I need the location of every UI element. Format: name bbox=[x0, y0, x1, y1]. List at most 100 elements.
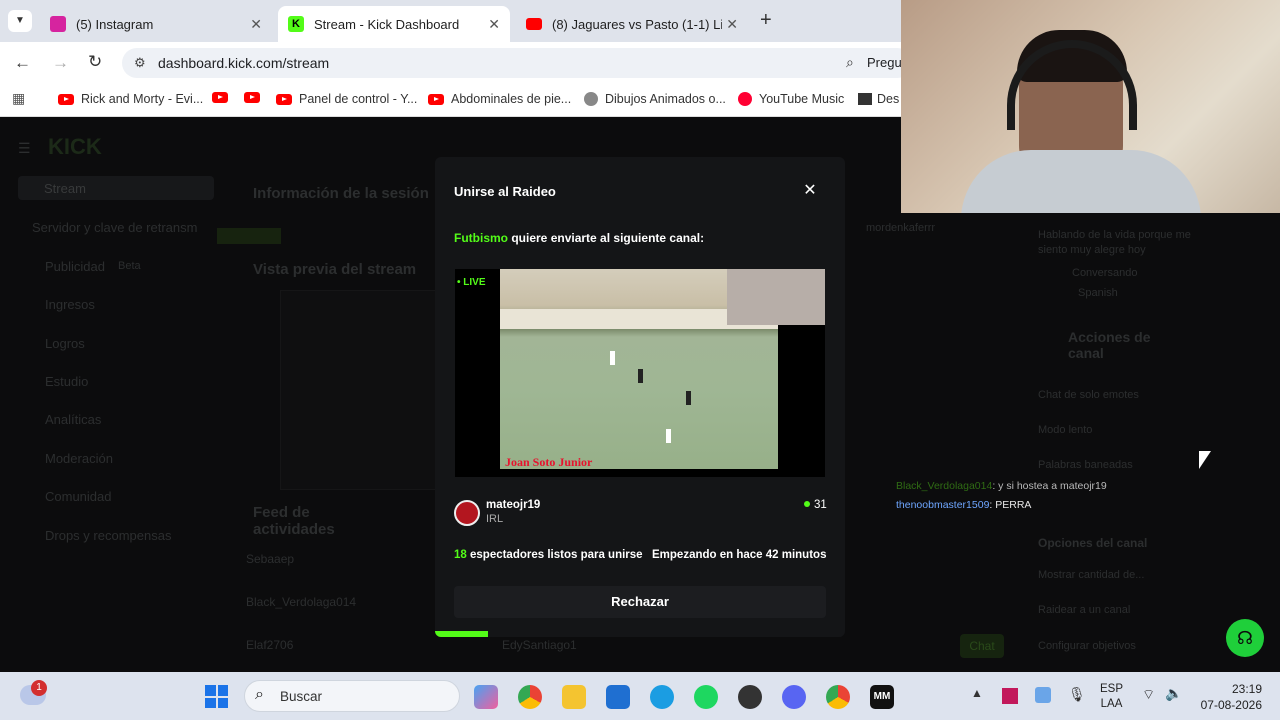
mm-app-icon[interactable]: MM bbox=[870, 685, 894, 709]
sidebar-item-server-key[interactable]: Servidor y clave de retransm bbox=[32, 220, 197, 235]
ready-viewers: 18 espectadores listos para unirse bbox=[454, 549, 643, 561]
stream-title-text: Hablando de la vida porque me siento muy… bbox=[1038, 229, 1191, 256]
bookmark-item[interactable]: Abdominales de pie... bbox=[428, 92, 571, 106]
bookmark-item[interactable]: Des bbox=[858, 92, 899, 106]
new-tab-icon[interactable]: + bbox=[760, 9, 772, 32]
tray-app-icon[interactable] bbox=[1002, 688, 1018, 704]
emote-only-toggle[interactable]: Chat de solo emotes bbox=[1038, 389, 1139, 401]
youtube-icon bbox=[276, 93, 292, 105]
omnibox-action[interactable]: Pregu bbox=[867, 55, 902, 70]
spotify-icon[interactable] bbox=[694, 685, 718, 709]
clock[interactable]: 23:19 07-08-2026 bbox=[1196, 681, 1262, 713]
banned-words-setting[interactable]: Palabras baneadas bbox=[1038, 459, 1133, 471]
raid-message: Futbismo quiere enviarte al siguiente ca… bbox=[454, 231, 704, 245]
close-tab-icon[interactable]: ✕ bbox=[726, 16, 738, 33]
chat-send-button[interactable]: Chat bbox=[960, 634, 1004, 658]
sidebar-item-publicidad[interactable]: Publicidad bbox=[45, 259, 105, 274]
bookmark-item[interactable]: Panel de control - Y... bbox=[276, 92, 417, 106]
goals-action[interactable]: Configurar objetivos bbox=[1038, 640, 1136, 652]
session-info-title: Información de la sesión bbox=[253, 185, 429, 202]
tab-youtube[interactable]: (8) Jaguares vs Pasto (1-1) Liga ✕ bbox=[516, 6, 748, 42]
start-windows-icon[interactable] bbox=[205, 685, 228, 708]
store-icon[interactable] bbox=[606, 685, 630, 709]
activity-item: Black_Verdolaga014 bbox=[246, 595, 357, 609]
channel-actions-title: Acciones de canal bbox=[1068, 329, 1151, 361]
tab-instagram[interactable]: (5) Instagram ✕ bbox=[40, 6, 272, 42]
bookmark-item[interactable]: Rick and Morty - Evi... bbox=[58, 92, 203, 106]
live-badge-label: LIVE bbox=[463, 277, 486, 288]
sidebar-item-estudio[interactable]: Estudio bbox=[45, 374, 88, 389]
bookmark-label: Dibujos Animados o... bbox=[605, 92, 726, 106]
bookmark-item[interactable]: Dibujos Animados o... bbox=[584, 92, 726, 106]
youtube-icon bbox=[244, 92, 260, 103]
copilot-icon[interactable] bbox=[474, 685, 498, 709]
sidebar-item-comunidad[interactable]: Comunidad bbox=[45, 489, 112, 504]
sidebar-item-stream[interactable]: Stream bbox=[18, 176, 214, 200]
forward-icon[interactable]: → bbox=[52, 53, 69, 73]
keyboard-layout: LAA bbox=[1100, 698, 1123, 710]
search-placeholder: Buscar bbox=[280, 689, 323, 704]
mouse-cursor-icon bbox=[1199, 451, 1211, 469]
edge-icon[interactable] bbox=[650, 685, 674, 709]
back-icon[interactable]: ← bbox=[14, 53, 31, 73]
microphone-icon[interactable]: 🎙 bbox=[1068, 686, 1086, 703]
support-chat-button[interactable]: ☊ bbox=[1226, 619, 1264, 657]
lens-icon[interactable]: ⌕ bbox=[846, 54, 854, 71]
raid-modal: Unirse al Raideo ✕ Futbismo quiere envia… bbox=[435, 157, 845, 637]
activity-item: Sebaaep bbox=[246, 552, 295, 566]
url-text: dashboard.kick.com/stream bbox=[158, 55, 330, 71]
close-icon[interactable]: ✕ bbox=[802, 183, 818, 199]
tab-label: (8) Jaguares vs Pasto (1-1) Liga bbox=[552, 16, 722, 32]
chat-text: : y si hostea a mateojr19 bbox=[992, 480, 1107, 492]
channel-category: IRL bbox=[486, 513, 504, 525]
close-tab-icon[interactable]: ✕ bbox=[488, 16, 500, 33]
tab-kick-dashboard[interactable]: K Stream - Kick Dashboard ✕ bbox=[278, 6, 510, 42]
language-code: ESP bbox=[1100, 683, 1124, 695]
sidebar-item-logros[interactable]: Logros bbox=[45, 336, 85, 351]
bookmark-label: Rick and Morty - Evi... bbox=[81, 92, 204, 106]
channel-name[interactable]: mateojr19 bbox=[486, 499, 540, 511]
bookmark-item[interactable]: YouTube Music bbox=[738, 92, 844, 106]
kick-icon: K bbox=[288, 16, 304, 32]
tab-list-dropdown-icon[interactable]: ▼ bbox=[8, 10, 32, 32]
show-count-toggle[interactable]: Mostrar cantidad de... bbox=[1038, 569, 1144, 581]
input-language[interactable]: ESP LAA bbox=[1100, 682, 1123, 712]
wifi-icon[interactable]: ⌔ bbox=[1142, 686, 1155, 704]
beta-badge: Beta bbox=[118, 260, 141, 272]
menu-icon[interactable]: ☰ bbox=[18, 140, 31, 157]
raid-from-channel[interactable]: Futbismo bbox=[454, 231, 508, 245]
sidebar-item-analiticas[interactable]: Analíticas bbox=[45, 412, 101, 427]
chrome-profile-icon[interactable] bbox=[826, 685, 850, 709]
volume-icon[interactable]: 🔈 bbox=[1165, 685, 1182, 702]
channel-preview[interactable]: • LIVE Joan Soto Junior bbox=[455, 269, 825, 477]
taskbar-search[interactable]: ⌕ Buscar bbox=[244, 680, 460, 712]
obs-icon[interactable] bbox=[738, 685, 762, 709]
chat-user: thenoobmaster1509 bbox=[896, 499, 990, 511]
chat-message: thenoobmaster1509: PERRA bbox=[896, 499, 1031, 511]
file-explorer-icon[interactable] bbox=[562, 685, 586, 709]
raid-channel-action[interactable]: Raidear a un canal bbox=[1038, 604, 1130, 616]
tray-security-icon[interactable] bbox=[1035, 687, 1051, 703]
sidebar-item-drops[interactable]: Drops y recompensas bbox=[45, 528, 171, 543]
preview-banner-text: Joan Soto Junior bbox=[505, 455, 593, 469]
activity-item: Elaf2706 bbox=[246, 638, 294, 652]
sidebar-item-moderacion[interactable]: Moderación bbox=[45, 451, 113, 466]
chat-user: Black_Verdolaga014 bbox=[896, 480, 993, 492]
chrome-icon[interactable] bbox=[518, 685, 542, 709]
slow-mode-setting[interactable]: Modo lento bbox=[1038, 424, 1092, 436]
omnibox[interactable]: ⚙ dashboard.kick.com/stream ⌕ Pregu bbox=[122, 48, 912, 78]
close-tab-icon[interactable]: ✕ bbox=[250, 16, 262, 33]
bookmarks-bar: ▦ Rick and Morty - Evi... Panel de contr… bbox=[0, 84, 901, 117]
bookmark-item[interactable] bbox=[212, 92, 235, 103]
bookmark-item[interactable] bbox=[244, 92, 267, 103]
site-settings-icon[interactable]: ⚙ bbox=[134, 55, 146, 71]
modal-title: Unirse al Raideo bbox=[454, 184, 556, 199]
reload-icon[interactable]: ↻ bbox=[88, 52, 102, 72]
apps-icon[interactable]: ▦ bbox=[12, 90, 25, 107]
reject-button[interactable]: Rechazar bbox=[454, 586, 826, 618]
bookmark-folder-icon bbox=[858, 93, 872, 105]
bookmark-label: Panel de control - Y... bbox=[299, 92, 418, 106]
show-hidden-icons-icon[interactable]: ▲ bbox=[971, 686, 983, 700]
sidebar-item-ingresos[interactable]: Ingresos bbox=[45, 297, 95, 312]
discord-icon[interactable] bbox=[782, 685, 806, 709]
